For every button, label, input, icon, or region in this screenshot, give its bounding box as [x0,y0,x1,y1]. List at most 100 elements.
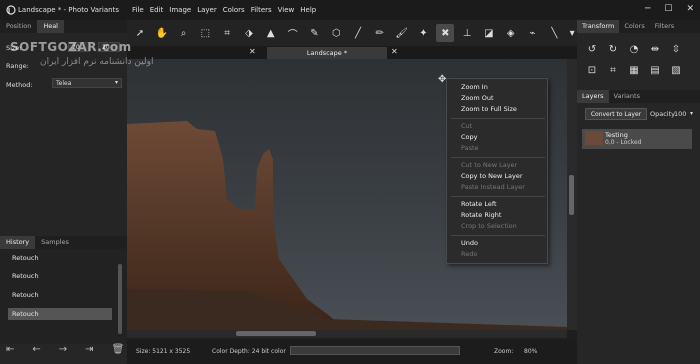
opacity-value[interactable]: 100 [674,110,686,118]
watermark-logo: SOFTGOZAR.com [10,40,132,54]
transform-tool-icon[interactable]: ⬗ [240,24,258,42]
menu-view[interactable]: View [278,6,295,14]
fill-tool-icon[interactable]: ◈ [502,24,520,42]
layer-info: 0,0 - Locked [605,139,642,146]
menu-zoom-full[interactable]: Zoom to Full Size [461,105,517,113]
maximize-icon[interactable]: ☐ [664,4,672,14]
flip-vertical-icon[interactable]: ⇳ [667,40,685,58]
menu-cut[interactable]: Cut [461,122,472,130]
horizontal-scrollbar[interactable] [127,330,567,338]
menu-edit[interactable]: Edit [150,6,164,14]
chevron-down-icon: ▾ [114,79,118,86]
lasso-tool-icon[interactable]: ⌒ [284,24,302,42]
tab-position[interactable]: Position [0,20,37,33]
menu-separator [451,157,545,158]
menu-copy[interactable]: Copy [461,133,478,141]
tab-samples[interactable]: Samples [35,236,75,249]
heal-tool-icon[interactable]: ✖ [436,24,455,42]
polygon-tool-icon[interactable]: ⬡ [327,24,345,42]
tab-transform[interactable]: Transform [577,20,620,33]
menu-bar: File Edit Image Layer Colors Filters Vie… [132,6,316,14]
zoom-value: 80% [524,348,538,355]
stamp-tool-icon[interactable]: ⊥ [458,24,476,42]
color-depth-status: Color Depth: 24 bit color [212,348,286,355]
minimize-icon[interactable]: ─ [645,4,650,14]
method-label: Method: [6,81,33,89]
app-logo-icon [6,5,16,15]
rotate-angle-icon[interactable]: ◔ [625,40,643,58]
method-select[interactable]: Telea ▾ [52,78,122,88]
menu-zoom-in[interactable]: Zoom In [461,83,488,91]
tab-layers[interactable]: Layers [577,90,609,103]
delete-history-icon[interactable]: 🗑 [112,344,125,355]
magic-wand-icon[interactable]: ✦ [415,24,433,42]
zoom-tool-icon[interactable]: ⌕ [175,24,193,42]
rotate-ccw-icon[interactable]: ↺ [583,40,601,58]
history-scrollbar[interactable] [118,264,122,334]
flip-horizontal-icon[interactable]: ⇹ [646,40,664,58]
menu-layer[interactable]: Layer [197,6,217,14]
menu-rotate-right[interactable]: Rotate Right [461,211,501,219]
line-tool-icon[interactable]: ╱ [349,24,367,42]
layer-thumbnail [585,131,603,145]
convert-to-layer-button[interactable]: Convert to Layer [585,108,647,120]
jump-first-icon[interactable]: ⇤ [6,344,14,355]
crop-icon[interactable]: ⌗ [604,61,622,79]
history-item-selected[interactable]: Retouch [8,308,112,320]
menu-copy-new-layer[interactable]: Copy to New Layer [461,172,523,180]
menu-image[interactable]: Image [169,6,191,14]
hand-tool-icon[interactable]: ✋ [153,24,171,42]
menu-separator [451,118,545,119]
grid-icon[interactable]: ▦ [625,61,643,79]
horizontal-scroll-thumb[interactable] [236,331,316,336]
menu-crop-selection[interactable]: Crop to Selection [461,222,517,230]
tab-heal[interactable]: Heal [37,20,64,33]
perspective-icon[interactable]: ▤ [646,61,664,79]
menu-separator [451,235,545,236]
ruler-tool-icon[interactable]: ╲ [545,24,563,42]
pen-tool-icon[interactable]: ✎ [306,24,324,42]
menu-colors[interactable]: Colors [223,6,245,14]
eyedropper-tool-icon[interactable]: ⌁ [524,24,542,42]
menu-redo[interactable]: Redo [461,250,477,258]
menu-undo[interactable]: Undo [461,239,478,247]
resize-icon[interactable]: ⊡ [583,61,601,79]
menu-rotate-left[interactable]: Rotate Left [461,200,497,208]
layer-name: Testing [605,131,628,139]
pointer-tool-icon[interactable]: ➚ [131,24,149,42]
tab-colors[interactable]: Colors [619,20,649,33]
close-tab-icon[interactable]: ✕ [249,47,256,56]
pencil-tool-icon[interactable]: ✏ [371,24,389,42]
rotate-cw-icon[interactable]: ↻ [604,40,622,58]
toolbar-overflow-icon[interactable]: ▾ [567,24,577,42]
jump-last-icon[interactable]: ⇥ [85,344,93,355]
menu-zoom-out[interactable]: Zoom Out [461,94,494,102]
rect-select-icon[interactable]: ⬚ [196,24,214,42]
step-forward-icon[interactable]: → [59,344,67,355]
menu-paste[interactable]: Paste [461,144,479,152]
close-tab-icon[interactable]: ✕ [391,47,398,56]
brush-tool-icon[interactable]: 🖌 [393,24,411,42]
document-tab[interactable]: Landscape * [267,47,387,59]
menu-cut-new-layer[interactable]: Cut to New Layer [461,161,517,169]
opacity-label: Opacity [650,110,676,118]
zoom-slider[interactable] [290,346,460,355]
step-back-icon[interactable]: ← [32,344,40,355]
close-window-icon[interactable]: ✕ [686,4,694,14]
crop-tool-icon[interactable]: ⌗ [218,24,236,42]
history-item[interactable]: Retouch [8,252,112,264]
tab-filters[interactable]: Filters [650,20,679,33]
menu-help[interactable]: Help [300,6,316,14]
history-item[interactable]: Retouch [8,289,112,301]
tab-variants[interactable]: Variants [609,90,645,103]
eraser-tool-icon[interactable]: ◪ [480,24,498,42]
skew-icon[interactable]: ▧ [667,61,685,79]
vertical-scroll-thumb[interactable] [569,175,574,215]
shapes-tool-icon[interactable]: ▲ [262,24,280,42]
menu-file[interactable]: File [132,6,144,14]
tab-history[interactable]: History [0,236,36,249]
menu-filters[interactable]: Filters [251,6,272,14]
history-item[interactable]: Retouch [8,270,112,282]
opacity-dropdown-icon[interactable]: ▾ [690,110,693,117]
menu-paste-instead[interactable]: Paste Instead Layer [461,183,525,191]
